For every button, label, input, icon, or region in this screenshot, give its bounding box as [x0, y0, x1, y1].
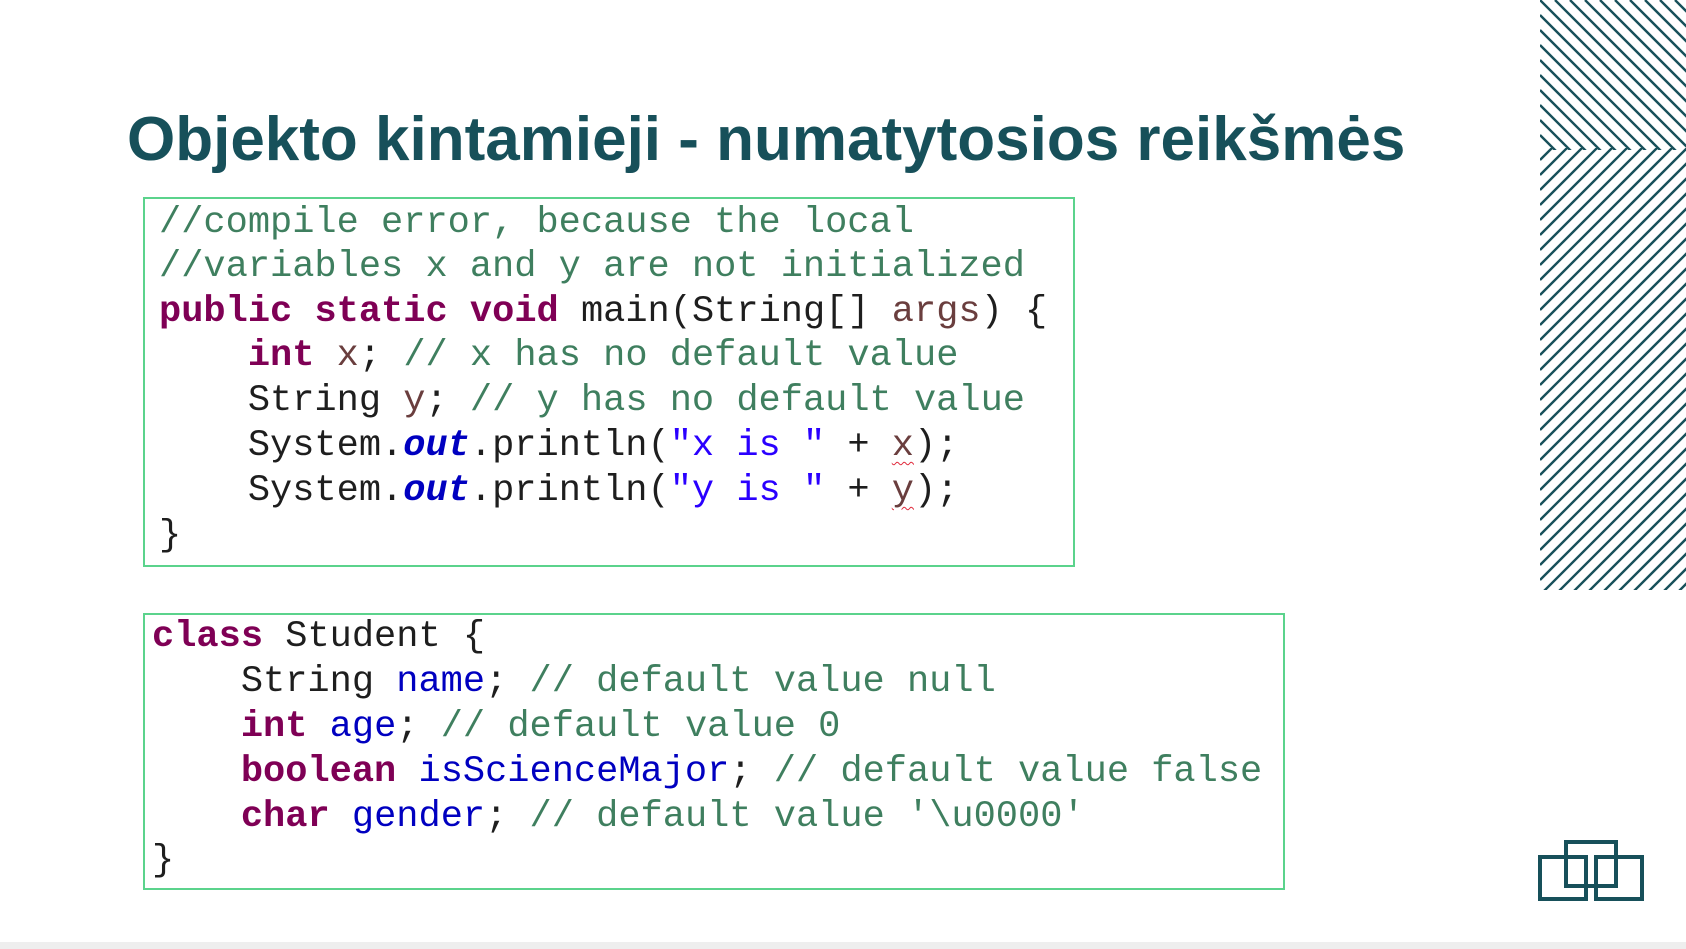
code-token: .println( [469, 470, 670, 512]
code-line: int age; // default value 0 [152, 705, 841, 750]
slide: Objekto kintamieji - numatytosios reikšm… [0, 0, 1686, 949]
code-token: args [891, 291, 981, 333]
code-token: static [314, 291, 448, 333]
code-line: String name; // default value null [152, 660, 996, 705]
code-token: x [336, 335, 359, 377]
code-line: //compile error, because the local [159, 201, 914, 246]
code-token: out [403, 470, 470, 512]
code-block-student-class: class Student { String name; // default … [143, 613, 1285, 890]
code-token: ; [485, 661, 530, 703]
code-token: //variables x and y are not initialized [159, 246, 1025, 288]
code-token: ; [729, 751, 774, 793]
code-line: char gender; // default value '\u0000' [152, 795, 1085, 840]
code-line: System.out.println("x is " + x); [159, 424, 959, 469]
code-token: } [152, 840, 175, 882]
code-line: int x; // x has no default value [159, 334, 959, 379]
code-token: out [403, 425, 470, 467]
code-token: } [159, 515, 182, 557]
code-block-local-variables: //compile error, because the local //var… [143, 197, 1075, 567]
code-token: .println( [469, 425, 670, 467]
code-token: boolean [240, 751, 397, 793]
code-token: String [152, 661, 397, 703]
code-token: char [240, 796, 330, 838]
code-token: class [152, 616, 264, 658]
code-token: System. [159, 470, 404, 512]
code-token: name [396, 661, 486, 703]
code-line: System.out.println("y is " + y); [159, 469, 959, 514]
code-token: gender [351, 796, 486, 838]
code-line: String y; // y has no default value [159, 379, 1025, 424]
code-line: } [159, 514, 181, 559]
code-line: boolean isScienceMajor; // default value… [152, 750, 1262, 795]
code-token: ); [914, 470, 959, 512]
code-token: String [159, 380, 404, 422]
code-token: ; [396, 706, 441, 748]
code-token: System. [159, 425, 404, 467]
code-line: } [152, 839, 174, 884]
code-token: void [469, 291, 559, 333]
code-token: // default value null [529, 661, 996, 703]
code-token: Student { [263, 616, 486, 658]
code-line: public static void main(String[] args) { [159, 290, 1047, 335]
code-token: ); [914, 425, 959, 467]
bottom-divider [0, 942, 1686, 949]
code-token: ; [358, 335, 404, 377]
code-token: int [240, 706, 308, 748]
code-token: ; [425, 380, 470, 422]
code-token: age [329, 706, 397, 748]
code-token: // default value 0 [440, 706, 841, 748]
code-token: y [403, 380, 426, 422]
code-token: ; [485, 796, 530, 838]
code-token: // x has no default value [403, 335, 959, 377]
code-token: // default value '\u0000' [529, 796, 1085, 838]
diagonal-stripes-icon [1540, 0, 1686, 590]
logo-icon [1538, 840, 1644, 901]
code-token: main(String[] [558, 291, 892, 333]
code-token: // y has no default value [469, 380, 1025, 422]
code-token: "x is " [669, 425, 826, 467]
code-token: + [825, 425, 892, 467]
code-token: ) { [980, 291, 1048, 333]
code-line: class Student { [152, 615, 485, 660]
code-token: //compile error, because the local [159, 202, 914, 244]
code-token: // default value false [773, 751, 1263, 793]
code-token: public [159, 291, 293, 333]
code-line: //variables x and y are not initialized [159, 245, 1025, 290]
code-token: "y is " [669, 470, 826, 512]
code-token: isScienceMajor [418, 751, 730, 793]
slide-title: Objekto kintamieji - numatytosios reikšm… [127, 105, 1406, 174]
code-token: y [891, 470, 914, 512]
code-token: x [891, 425, 914, 467]
code-token: + [825, 470, 892, 512]
code-token: int [247, 335, 315, 377]
